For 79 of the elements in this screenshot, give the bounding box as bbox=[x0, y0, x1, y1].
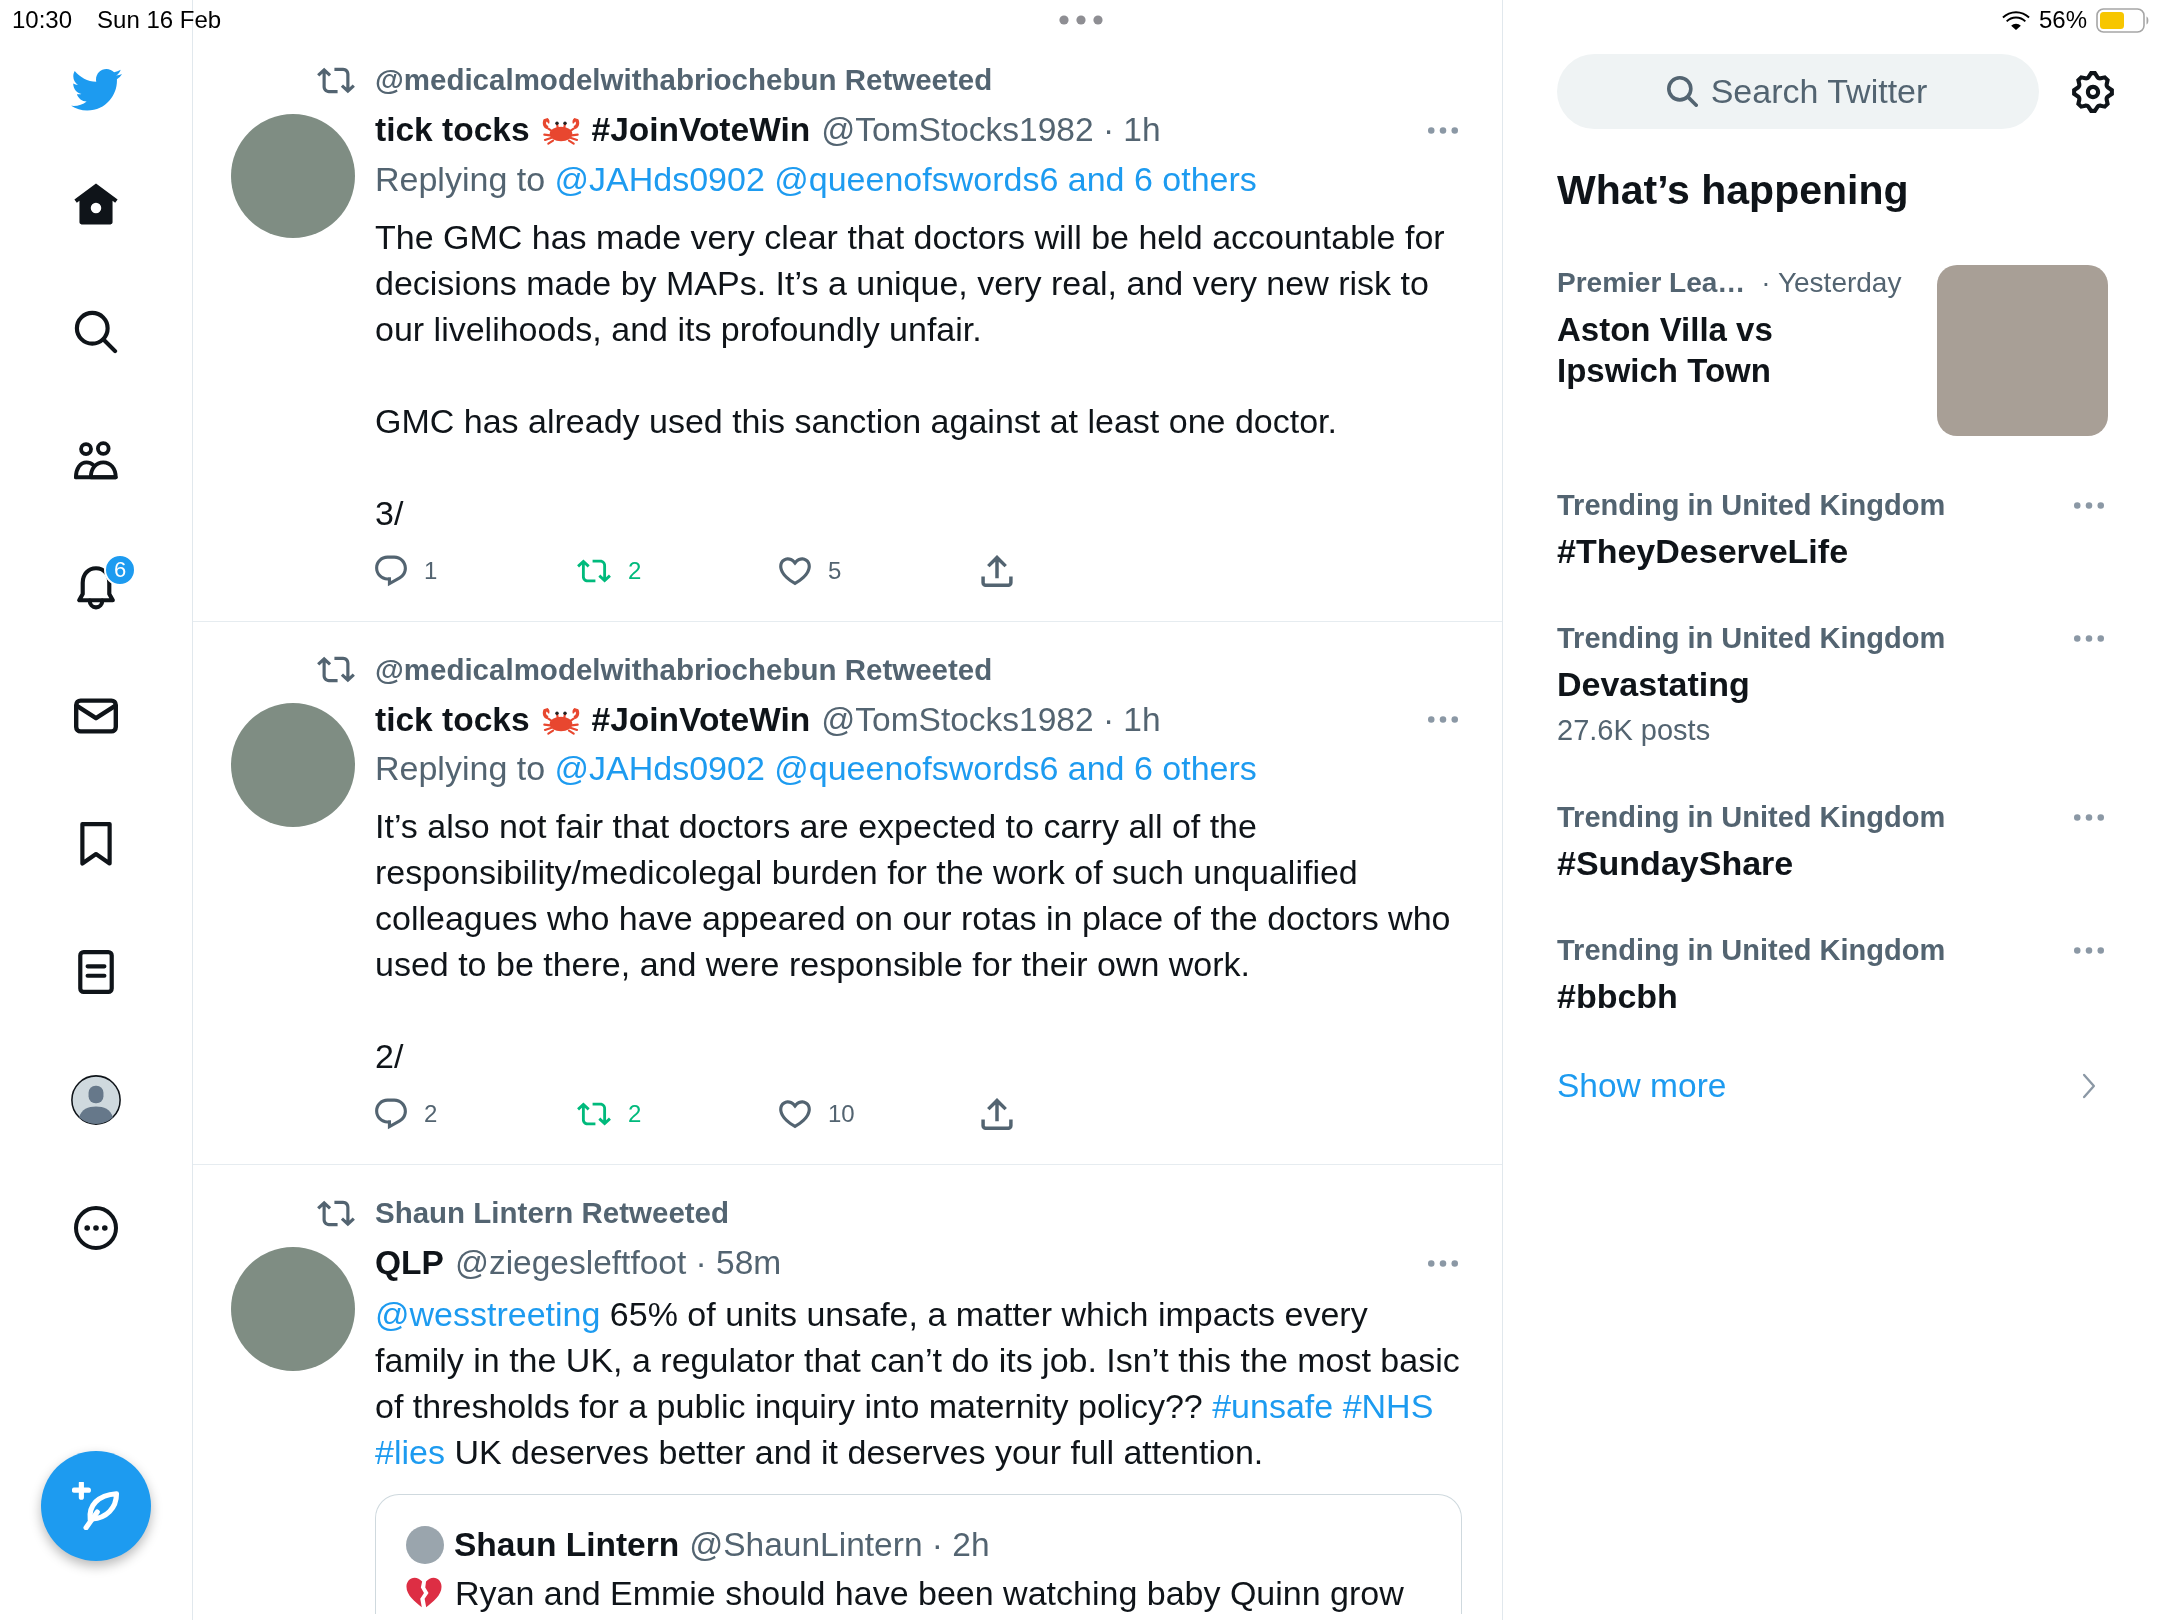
reply-icon bbox=[375, 554, 407, 587]
replying-to-line: Replying to @JAHds0902 @queenofswords6 and 6 others bbox=[375, 748, 1258, 789]
retweeted-by-label: @medicalmodelwithabriochebun Retweeted bbox=[375, 63, 994, 97]
battery-icon bbox=[2096, 7, 2150, 33]
author-hashtag[interactable]: #JoinVoteWin bbox=[591, 111, 811, 149]
trend-title[interactable]: #SundayShare bbox=[1557, 840, 2108, 886]
reply-button[interactable]: 2 bbox=[375, 1094, 438, 1134]
like-button[interactable]: 5 bbox=[779, 550, 842, 591]
quote-card[interactable]: Shaun Lintern @ShaunLintern · 2h Ryan and Emmie should have been watching baby Quinn grow bbox=[375, 1493, 1462, 1614]
more-icon[interactable] bbox=[2074, 946, 2104, 954]
tweet-text: It’s also not fair that doctors are expected to carry all of the responsibility/medicolegal burden for the work of such unqualified colleagues who have appeared on our rotas in place of the doctors who used to be there, and were responsible for their own work. bbox=[375, 806, 1452, 985]
search-field[interactable]: Search Twitter bbox=[1557, 54, 2039, 129]
settings-icon[interactable] bbox=[2072, 70, 2114, 113]
broken-heart-icon bbox=[406, 1577, 442, 1608]
people-icon[interactable] bbox=[74, 438, 118, 482]
heart-icon bbox=[779, 1098, 811, 1130]
trend-post-count: 27.6K posts bbox=[1557, 713, 1712, 748]
retweet-icon bbox=[577, 1102, 611, 1126]
author-name[interactable]: QLP bbox=[375, 1244, 444, 1282]
trend-title[interactable]: #TheyDeserveLife bbox=[1557, 528, 2108, 574]
search-icon bbox=[1667, 76, 1698, 107]
notification-badge: 6 bbox=[104, 554, 136, 586]
trend-context: Trending in United Kingdom bbox=[1557, 621, 1946, 655]
trend-title[interactable]: #bbcbh bbox=[1557, 973, 2108, 1019]
tweet-text: 2/ bbox=[375, 1036, 405, 1077]
trend-context: Trending in United Kingdom bbox=[1557, 800, 1946, 834]
profile-icon[interactable] bbox=[71, 1075, 121, 1125]
retweeted-by-label: Shaun Lintern Retweeted bbox=[375, 1196, 731, 1230]
more-icon[interactable] bbox=[1428, 1259, 1458, 1267]
like-button[interactable]: 10 bbox=[779, 1094, 855, 1134]
more-icon[interactable] bbox=[1428, 716, 1458, 723]
battery-percentage: 56% bbox=[2038, 6, 2087, 34]
retweeted-by-label: @medicalmodelwithabriochebun Retweeted bbox=[375, 652, 994, 687]
section-title: What’s happening bbox=[1557, 166, 1910, 215]
reply-button[interactable]: 1 bbox=[375, 550, 438, 591]
multitasking-icon[interactable] bbox=[1059, 15, 1103, 25]
trend-context: Trending in United Kingdom bbox=[1557, 933, 1946, 967]
trend-context: Trending in United Kingdom bbox=[1557, 488, 1946, 522]
status-date: Sun 16 Feb bbox=[97, 6, 222, 34]
author-handle-time: @TomStocks1982 · 1h bbox=[821, 111, 1161, 149]
retweet-icon bbox=[577, 558, 611, 583]
author-name[interactable]: tick tocks bbox=[375, 700, 530, 739]
trend-title[interactable]: Devastating bbox=[1557, 661, 2108, 707]
author-name[interactable]: tick tocks bbox=[375, 111, 530, 149]
more-icon[interactable] bbox=[2074, 501, 2104, 509]
home-icon[interactable] bbox=[74, 182, 118, 226]
retweet-icon bbox=[317, 66, 355, 94]
status-time: 10:30 bbox=[12, 6, 73, 34]
event-time: · Yesterday bbox=[1761, 267, 1902, 299]
wifi-icon bbox=[2001, 10, 2030, 30]
heart-icon bbox=[779, 554, 811, 587]
feather-icon bbox=[72, 1482, 120, 1530]
more-icon[interactable] bbox=[2074, 634, 2104, 642]
tweet-text: 3/ bbox=[375, 492, 405, 534]
author-hashtag[interactable]: #JoinVoteWin bbox=[591, 700, 811, 739]
quote-author-name[interactable]: Shaun Lintern bbox=[454, 1525, 680, 1564]
more-icon[interactable] bbox=[1428, 126, 1458, 134]
search-icon[interactable] bbox=[74, 310, 118, 354]
retweet-icon bbox=[317, 1199, 355, 1227]
author-handle-time: @TomStocks1982 · 1h bbox=[821, 700, 1161, 739]
tweet-text: @wesstreeting 65% of units unsafe, a matter which impacts every family in the UK, a regulator that can’t do its job. Isn’t this the most basic of thresholds for a public inquiry into maternity policy?? #unsafe #NHS #lies UK deserves better and it deserves your full attention. bbox=[375, 1293, 1461, 1473]
avatar bbox=[406, 1525, 444, 1564]
retweet-icon bbox=[317, 656, 355, 683]
quote-handle-time: @ShaunLintern · 2h bbox=[689, 1525, 990, 1564]
more-icon[interactable] bbox=[2074, 813, 2104, 821]
share-icon bbox=[981, 554, 1013, 587]
reply-icon bbox=[375, 1098, 407, 1130]
tweet-text: The GMC has made very clear that doctors will be held accountable for decisions made by MAPs. It’s a unique, very real, and very new risk to our livelihoods, and its profoundly unfair. bbox=[375, 216, 1446, 350]
event-title[interactable]: Aston Villa vs Ipswich Town bbox=[1557, 309, 1857, 391]
compose-button[interactable] bbox=[41, 1451, 151, 1561]
replying-to-line: Replying to @JAHds0902 @queenofswords6 and 6 others bbox=[375, 158, 1258, 200]
share-icon bbox=[981, 1098, 1013, 1130]
event-category: Premier Lea… bbox=[1557, 267, 1746, 299]
tweet-text: GMC has already used this sanction against at least one doctor. bbox=[375, 400, 1338, 442]
quote-text: Ryan and Emmie should have been watching baby Quinn grow bbox=[455, 1574, 1404, 1611]
chevron-right-icon[interactable] bbox=[2082, 1073, 2096, 1099]
more-options-icon[interactable] bbox=[74, 1206, 118, 1250]
crab-icon bbox=[540, 115, 581, 145]
author-handle-time: @ziegesleftfoot · 58m bbox=[454, 1244, 782, 1282]
